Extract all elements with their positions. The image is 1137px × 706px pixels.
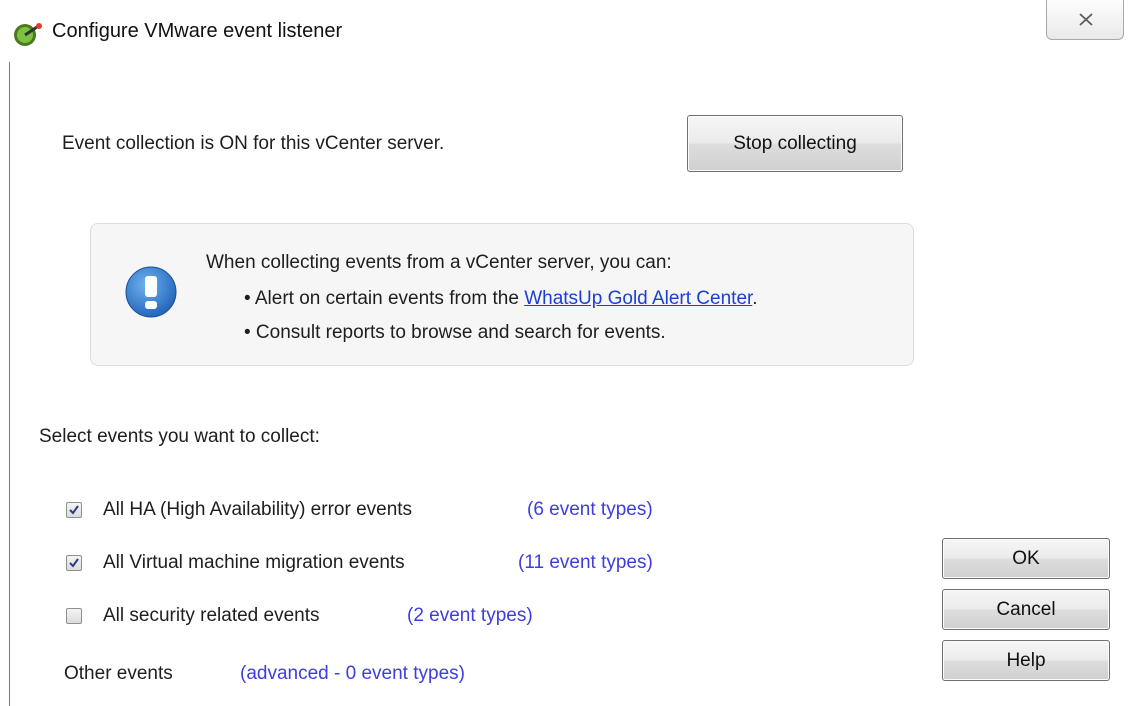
select-events-heading: Select events you want to collect: (39, 426, 320, 447)
security-events-label[interactable]: All security related events (103, 605, 320, 627)
ha-events-label[interactable]: All HA (High Availability) error events (103, 499, 412, 521)
title-bar: Configure VMware event listener (0, 0, 1137, 62)
other-events-advanced-link[interactable]: (advanced - 0 event types) (240, 663, 465, 685)
exclamation-info-icon (123, 264, 179, 325)
checkmark-icon (69, 505, 79, 515)
collection-status-text: Event collection is ON for this vCenter … (62, 133, 445, 154)
other-events-label: Other events (64, 663, 173, 684)
info-bullet-alert-suffix: . (752, 288, 758, 309)
security-events-checkbox[interactable] (66, 608, 82, 624)
vm-migration-events-label[interactable]: All Virtual machine migration events (103, 552, 405, 574)
info-bullet-alert-text: • Alert on certain events from the (244, 288, 525, 309)
checkmark-icon (69, 558, 79, 568)
vmware-app-icon (12, 19, 42, 49)
vm-migration-events-count-link[interactable]: (11 event types) (518, 552, 653, 574)
dialog-window: Configure VMware event listener Event co… (0, 0, 1137, 706)
vm-migration-events-checkbox[interactable] (66, 555, 82, 571)
info-bullet-reports: • Consult reports to browse and search f… (244, 322, 666, 343)
ok-button[interactable]: OK (942, 538, 1110, 579)
cancel-button[interactable]: Cancel (942, 589, 1110, 630)
ha-events-checkbox[interactable] (66, 502, 82, 518)
window-border (9, 62, 10, 706)
help-button[interactable]: Help (942, 640, 1110, 681)
ha-events-count-link[interactable]: (6 event types) (527, 499, 653, 521)
stop-collecting-button[interactable]: Stop collecting (687, 115, 903, 172)
close-button[interactable] (1046, 0, 1124, 40)
info-bullet-alert: • Alert on certain events from the Whats… (244, 288, 758, 310)
window-title: Configure VMware event listener (52, 20, 343, 42)
alert-center-link[interactable]: WhatsUp Gold Alert Center (524, 288, 752, 309)
close-icon (1079, 13, 1093, 26)
info-intro-text: When collecting events from a vCenter se… (206, 252, 672, 273)
security-events-count-link[interactable]: (2 event types) (407, 605, 533, 627)
info-panel: When collecting events from a vCenter se… (90, 223, 914, 366)
